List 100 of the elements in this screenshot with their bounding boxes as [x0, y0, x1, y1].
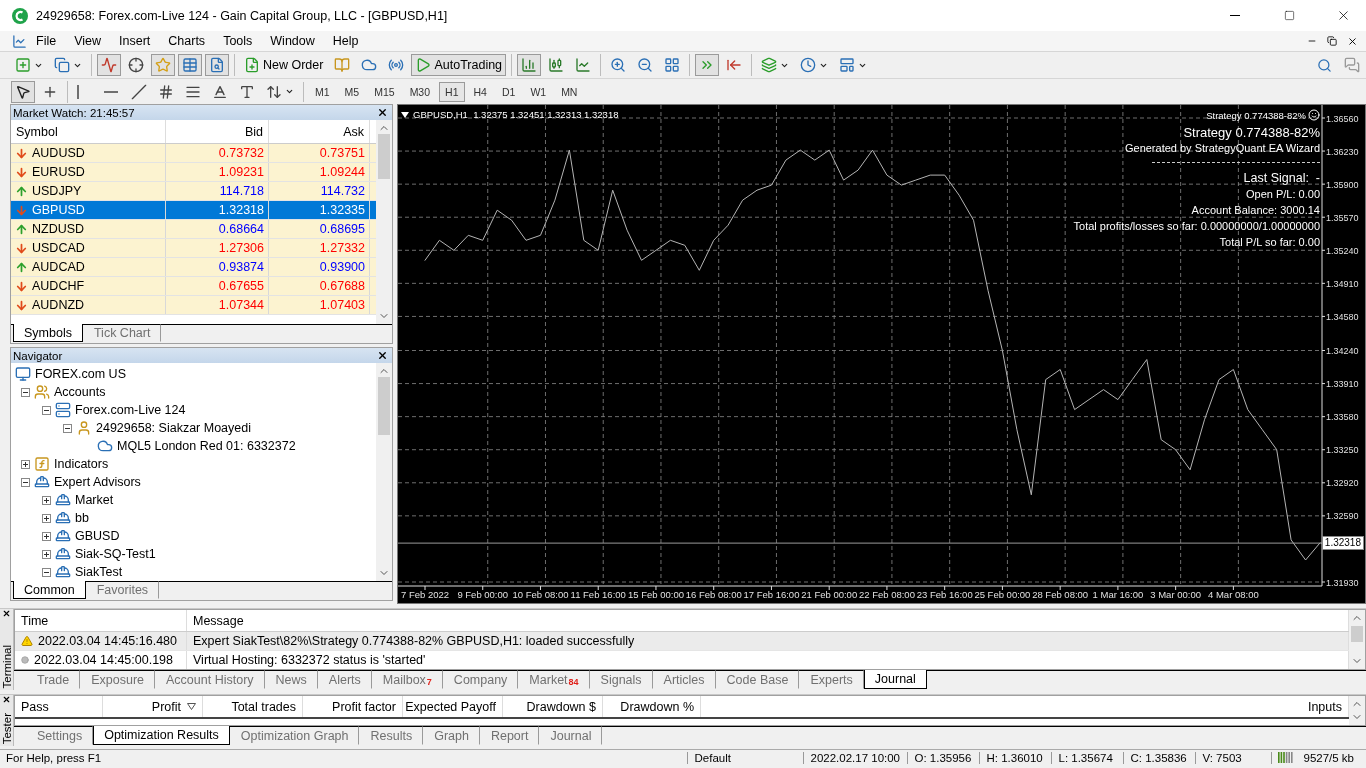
navigator-item[interactable]: MQL5 London Red 01: 6332372	[117, 439, 296, 453]
tab[interactable]: Common	[13, 581, 86, 599]
tab[interactable]: Tick Chart	[82, 324, 162, 342]
bar-chart-button[interactable]	[517, 54, 542, 76]
tab[interactable]: Optimization Results	[93, 726, 230, 745]
navigator-item[interactable]: Indicators	[54, 457, 109, 471]
navigator-item[interactable]: Market	[75, 493, 114, 507]
scroll-thumb[interactable]	[1351, 626, 1363, 642]
chart-window-icon[interactable]	[12, 33, 27, 49]
terminal-button[interactable]	[178, 54, 202, 76]
column-header[interactable]: Symbol	[11, 120, 166, 143]
tab[interactable]: Company	[442, 670, 519, 689]
auto-scroll-button[interactable]	[695, 54, 720, 76]
navigator-item[interactable]: Expert Advisors	[54, 475, 141, 489]
tree-toggle[interactable]	[21, 477, 30, 487]
tab[interactable]: Signals	[589, 670, 653, 689]
period-button[interactable]: M30	[403, 81, 437, 102]
column-header[interactable]: Profit factor	[303, 696, 403, 717]
column-header[interactable]: Ask	[269, 120, 370, 143]
period-button[interactable]: D1	[495, 81, 522, 102]
cursor-button[interactable]	[11, 80, 35, 103]
tab[interactable]: Optimization Graph	[229, 726, 360, 745]
navigator-item[interactable]: Forex.com-Live 124	[75, 403, 186, 417]
tab[interactable]: Report	[479, 726, 540, 745]
navigator-item[interactable]: FOREX.com US	[35, 367, 126, 381]
tree-toggle[interactable]	[42, 405, 51, 415]
close-icon[interactable]	[2, 609, 11, 618]
scrollbar[interactable]	[1349, 610, 1365, 669]
tree-toggle[interactable]	[63, 423, 72, 433]
log-row[interactable]: 2022.03.04 14:45:16.480 Expert SiakTest\82%\Strategy 0.774388-82% GBPUSD,H1: loaded successfully	[15, 632, 1349, 651]
tab[interactable]: Alerts	[317, 670, 372, 689]
symbol-row[interactable]: USDJPY 114.718 114.732	[11, 182, 376, 201]
symbol-row[interactable]: AUDUSD 0.73732 0.73751	[11, 144, 376, 163]
period-button[interactable]: M5	[338, 81, 366, 102]
restore-button[interactable]	[1324, 33, 1340, 49]
menu-item[interactable]: Help	[323, 31, 368, 51]
column-header[interactable]: Pass	[15, 696, 103, 717]
new-order-button[interactable]: New Order	[240, 54, 328, 76]
scrollbar[interactable]	[1349, 696, 1365, 725]
navigator-item[interactable]: Accounts	[54, 385, 106, 399]
column-header[interactable]: Time	[15, 610, 187, 631]
tab[interactable]: Symbols	[13, 324, 83, 342]
scroll-thumb[interactable]	[378, 377, 390, 435]
navigator-item[interactable]: 24929658: Siakzar Moayedi	[96, 421, 251, 435]
period-button[interactable]: H4	[467, 81, 493, 102]
close-icon[interactable]	[377, 350, 388, 361]
menu-item[interactable]: Charts	[159, 31, 215, 51]
tab[interactable]: Journal	[863, 670, 927, 689]
tab[interactable]: Journal	[539, 726, 603, 745]
symbol-row[interactable]: AUDCAD 0.93874 0.93900	[11, 258, 376, 277]
column-header[interactable]: Drawdown $	[503, 696, 603, 717]
tab[interactable]: Account History	[155, 670, 265, 689]
tab[interactable]: Articles	[652, 670, 716, 689]
column-header[interactable]: Total trades	[203, 696, 303, 717]
tab[interactable]: Market84	[518, 670, 590, 689]
search-icon[interactable]	[1317, 57, 1332, 73]
column-header[interactable]: Expected Payoff	[403, 696, 503, 717]
column-header[interactable]: Profit	[103, 696, 203, 717]
tab[interactable]: Mailbox7	[371, 670, 443, 689]
tree-toggle[interactable]	[42, 495, 51, 505]
navigator-item[interactable]: Siak-SQ-Test1	[75, 547, 156, 561]
dropdown-triangle-icon[interactable]	[401, 111, 409, 118]
navigator-item[interactable]: GBUSD	[75, 529, 120, 543]
navigator-item[interactable]: SiakTest	[75, 565, 123, 579]
symbol-row[interactable]: EURUSD 1.09231 1.09244	[11, 163, 376, 182]
menu-item[interactable]: File	[27, 31, 66, 51]
scroll-thumb[interactable]	[378, 134, 390, 179]
auto-trading-button[interactable]: AutoTrading	[411, 54, 507, 76]
tree-toggle[interactable]	[42, 513, 51, 523]
symbol-row[interactable]: NZDUSD 0.68664 0.68695	[11, 220, 376, 239]
scrollbar[interactable]	[376, 363, 392, 581]
column-header[interactable]: Drawdown %	[603, 696, 701, 717]
tree-toggle[interactable]	[42, 549, 51, 559]
navigator-item[interactable]: bb	[75, 511, 89, 525]
menu-item[interactable]: View	[65, 31, 111, 51]
menu-item[interactable]: Insert	[110, 31, 160, 51]
tab[interactable]: Experts	[799, 670, 864, 689]
symbol-row[interactable]: AUDNZD 1.07344 1.07403	[11, 296, 376, 315]
menu-item[interactable]: Window	[261, 31, 324, 51]
symbol-row[interactable]: AUDCHF 0.67655 0.67688	[11, 277, 376, 296]
tab[interactable]: Results	[359, 726, 424, 745]
tester-button[interactable]	[205, 54, 229, 76]
tree-toggle[interactable]	[21, 387, 30, 397]
tab[interactable]: News	[264, 670, 318, 689]
period-button[interactable]: H1	[439, 81, 465, 102]
symbol-row[interactable]: USDCAD 1.27306 1.27332	[11, 239, 376, 258]
tree-toggle[interactable]	[42, 531, 51, 541]
tab[interactable]: Code Base	[715, 670, 800, 689]
tab[interactable]: Favorites	[85, 581, 160, 599]
close-icon[interactable]	[2, 695, 11, 704]
tab[interactable]: Trade	[26, 670, 81, 689]
menu-item[interactable]: Tools	[214, 31, 262, 51]
period-button[interactable]: M1	[309, 81, 336, 102]
period-button[interactable]: M15	[368, 81, 401, 102]
tree-toggle[interactable]	[21, 459, 30, 469]
tab[interactable]: Exposure	[80, 670, 155, 689]
period-button[interactable]: MN	[555, 81, 584, 102]
tab[interactable]: Graph	[423, 726, 480, 745]
column-header[interactable]: Bid	[166, 120, 269, 143]
scrollbar[interactable]	[376, 120, 392, 324]
